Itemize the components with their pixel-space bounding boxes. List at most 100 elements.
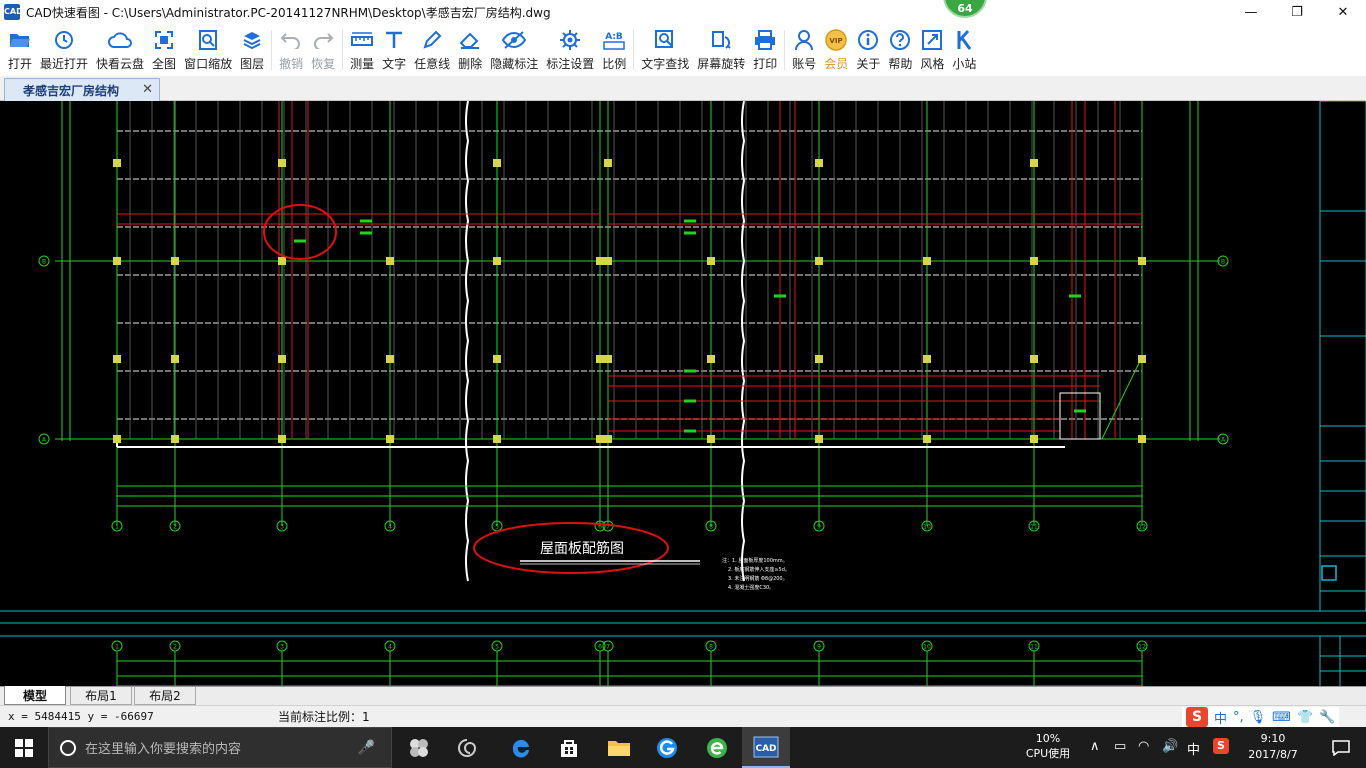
text-button[interactable]: 文字 xyxy=(378,24,410,76)
taskbar-app-cad[interactable]: CAD xyxy=(742,727,790,768)
axis-letter: A xyxy=(1221,437,1226,444)
green-e-icon xyxy=(707,737,727,758)
vip-label: 会员 xyxy=(824,57,849,71)
column-marker xyxy=(923,257,931,265)
cpu-label: CPU使用 xyxy=(1025,747,1071,760)
system-clock[interactable]: 9:10 2017/8/7 xyxy=(1242,731,1304,763)
fullview-button[interactable]: 全图 xyxy=(148,24,180,76)
fit-screen-icon xyxy=(152,28,176,52)
vip-button[interactable]: VIP 会员 xyxy=(820,24,852,76)
axis-number: 1 xyxy=(115,644,119,651)
cortana-circle-icon xyxy=(60,739,76,756)
freeline-button[interactable]: 任意线 xyxy=(410,24,454,76)
ratio-button[interactable]: A:B 比例 xyxy=(598,24,630,76)
volume-icon[interactable]: 🔊 xyxy=(1162,739,1178,754)
close-button[interactable]: ✕ xyxy=(1320,0,1366,24)
open-button[interactable]: 打开 xyxy=(4,24,36,76)
undo-button[interactable]: 撤销 xyxy=(275,24,307,76)
ime-punct[interactable]: °, xyxy=(1233,710,1244,725)
style-button[interactable]: 风格 xyxy=(916,24,948,76)
redo-button[interactable]: 恢复 xyxy=(307,24,339,76)
axis-number: 2 xyxy=(173,524,177,531)
mark-settings-button[interactable]: 标注设置 xyxy=(542,24,598,76)
dimension-lines xyxy=(116,481,1143,686)
taskbar-app-browser-g[interactable] xyxy=(643,727,691,768)
column-marker xyxy=(707,435,715,443)
column-marker xyxy=(171,435,179,443)
cpu-usage[interactable]: 10% CPU使用 xyxy=(1020,731,1076,761)
print-button[interactable]: 打印 xyxy=(749,24,781,76)
ime-skin-icon[interactable]: 👕 xyxy=(1297,710,1313,725)
about-button[interactable]: 关于 xyxy=(852,24,884,76)
document-tab[interactable]: 孝感吉宏厂房结构 ✕ xyxy=(4,78,160,101)
rebar-tag xyxy=(684,219,696,223)
rebar-tag xyxy=(684,429,696,433)
minimize-button[interactable]: — xyxy=(1228,0,1274,24)
taskbar-app-swirl[interactable] xyxy=(443,727,491,768)
help-button[interactable]: 帮助 xyxy=(884,24,916,76)
taskbar-search[interactable]: 在这里输入你要搜索的内容 🎤 xyxy=(48,727,392,768)
tab-layout1[interactable]: 布局1 xyxy=(70,686,132,705)
ime-indicator[interactable]: 中 xyxy=(1187,739,1200,758)
column-marker xyxy=(113,355,121,363)
axis-number: 3 xyxy=(280,524,284,531)
ime-mic-icon[interactable]: 🎙 xyxy=(1250,710,1267,725)
wifi-icon[interactable]: ◠ xyxy=(1138,739,1149,754)
taskbar-app-pinwheel[interactable] xyxy=(395,727,443,768)
sogou-logo-icon: S xyxy=(1186,707,1208,727)
note-line: 3. 未注明钢筋 Φ8@200。 xyxy=(728,575,788,582)
eraser-icon xyxy=(458,28,482,52)
eye-off-icon xyxy=(502,28,527,52)
ime-keyboard-icon[interactable]: ⌨ xyxy=(1272,710,1291,725)
sheet-border xyxy=(0,610,1366,686)
ime-toolbar[interactable]: S 中 °, 🎙 ⌨ 👕 🔧 xyxy=(1182,707,1340,727)
window-zoom-button[interactable]: 窗口缩放 xyxy=(180,24,236,76)
column-marker xyxy=(1138,435,1146,443)
column-marker xyxy=(493,355,501,363)
column-marker xyxy=(278,355,286,363)
drawing-canvas[interactable]: 1 2 3 4 5 6 7 8 9 10 11 12 1 2 3 4 5 6 7 8 9 10 11 12 A A B B 屋面板配筋… xyxy=(0,101,1366,686)
battery-icon[interactable]: ▭ xyxy=(1114,739,1126,754)
cloud-button[interactable]: 快看云盘 xyxy=(92,24,148,76)
tab-layout2[interactable]: 布局2 xyxy=(134,686,196,705)
account-button[interactable]: 账号 xyxy=(788,24,820,76)
freeline-label: 任意线 xyxy=(414,57,451,71)
hide-marks-button[interactable]: 隐藏标注 xyxy=(486,24,542,76)
mic-icon[interactable]: 🎤 xyxy=(358,740,375,756)
file-explorer-icon xyxy=(608,740,630,756)
taskbar-app-explorer[interactable] xyxy=(595,727,643,768)
layout-tabs: 模型 布局1 布局2 xyxy=(0,686,1366,705)
redo-icon xyxy=(311,28,335,52)
restore-button[interactable]: ❐ xyxy=(1274,0,1320,24)
update-badge[interactable]: 64 xyxy=(943,0,987,18)
measure-button[interactable]: 测量 xyxy=(346,24,378,76)
taskbar-app-green-e[interactable] xyxy=(693,727,741,768)
taskbar-app-edge[interactable] xyxy=(497,727,545,768)
layers-button[interactable]: 图层 xyxy=(236,24,268,76)
rebar-tag xyxy=(684,399,696,403)
document-tabstrip: 孝感吉宏厂房结构 ✕ xyxy=(0,76,1366,101)
ime-lang[interactable]: 中 xyxy=(1214,708,1227,727)
column-marker xyxy=(171,355,179,363)
column-marker xyxy=(278,435,286,443)
start-button[interactable] xyxy=(0,727,48,768)
show-hidden-icons-chevron-icon[interactable]: ∧ xyxy=(1090,739,1100,754)
tab-model[interactable]: 模型 xyxy=(4,686,66,705)
taskbar-app-store[interactable] xyxy=(545,727,593,768)
ime-tools-icon[interactable]: 🔧 xyxy=(1319,710,1335,725)
axis-number: 4 xyxy=(388,644,392,651)
user-icon xyxy=(792,28,816,52)
text-find-button[interactable]: 文字查找 xyxy=(637,24,693,76)
sogou-tray-icon[interactable]: S xyxy=(1213,738,1229,754)
notification-center-button[interactable] xyxy=(1316,727,1366,768)
rotate-screen-button[interactable]: 屏幕旋转 xyxy=(693,24,749,76)
delete-button[interactable]: 删除 xyxy=(454,24,486,76)
clock-time: 9:10 xyxy=(1260,732,1286,745)
column-marker xyxy=(493,257,501,265)
status-bar: x = 5484415 y = -66697 当前标注比例：1 S 中 °, 🎙… xyxy=(0,705,1366,727)
site-button[interactable]: 小站 xyxy=(948,24,980,76)
recent-button[interactable]: 最近打开 xyxy=(36,24,92,76)
search-placeholder: 在这里输入你要搜索的内容 xyxy=(85,742,242,757)
structure-grid xyxy=(55,101,1220,582)
close-tab-icon[interactable]: ✕ xyxy=(142,82,153,97)
